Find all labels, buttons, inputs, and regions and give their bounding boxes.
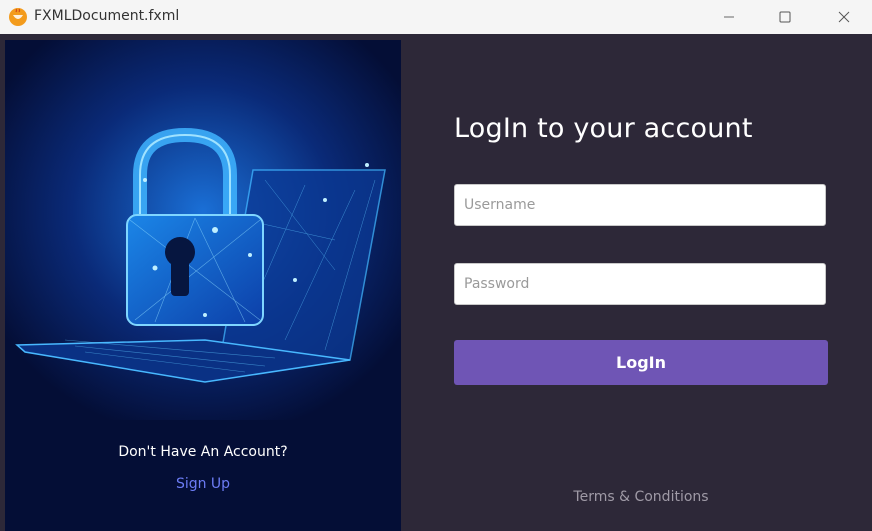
signup-link[interactable]: Sign Up <box>5 476 401 492</box>
maximize-button[interactable] <box>762 0 808 34</box>
login-panel: LogIn to your account LogIn Terms & Cond… <box>401 34 872 531</box>
window-title: FXMLDocument.fxml <box>34 8 180 24</box>
maximize-icon <box>779 11 791 23</box>
app-window: FXMLDocument.fxml Don't Have An Account?… <box>0 0 872 531</box>
username-input[interactable] <box>454 184 826 226</box>
minimize-icon <box>724 16 734 18</box>
title-bar: FXMLDocument.fxml <box>0 0 872 34</box>
close-button[interactable] <box>821 0 867 34</box>
minimize-button[interactable] <box>706 0 752 34</box>
terms-link[interactable]: Terms & Conditions <box>401 489 872 505</box>
login-heading: LogIn to your account <box>454 113 753 144</box>
password-input[interactable] <box>454 263 826 305</box>
padlock-laptop-icon <box>5 40 401 420</box>
login-button[interactable]: LogIn <box>454 340 828 385</box>
java-cup-icon <box>8 7 28 27</box>
close-icon <box>838 11 850 23</box>
account-question-text: Don't Have An Account? <box>118 444 288 460</box>
left-panel: Don't Have An Account? Sign Up <box>5 40 401 531</box>
